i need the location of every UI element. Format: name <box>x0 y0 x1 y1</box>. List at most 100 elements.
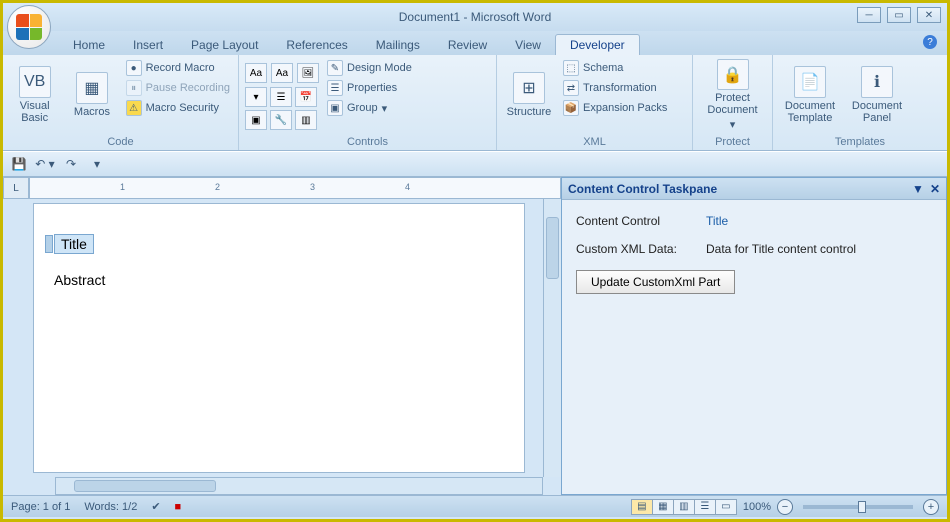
group-templates-label: Templates <box>779 134 941 150</box>
properties-button[interactable]: ☰Properties <box>325 79 414 97</box>
security-icon: ⚠ <box>126 100 142 116</box>
zoom-out-button[interactable]: − <box>777 499 793 515</box>
content-control-label: Content Control <box>576 214 706 228</box>
taskpane-header: Content Control Taskpane ▼ ✕ <box>562 178 946 200</box>
group-controls-label: Controls <box>245 134 490 150</box>
horizontal-ruler[interactable]: 1 2 3 4 <box>29 177 561 199</box>
undo-button[interactable]: ↶ ▾ <box>35 154 55 174</box>
custom-xml-value: Data for Title content control <box>706 242 856 256</box>
dropdown-control-button[interactable]: ☰ <box>270 87 292 107</box>
ruler-corner[interactable]: L <box>3 177 29 199</box>
qat-customize-button[interactable]: ▾ <box>87 154 107 174</box>
draft-view-button[interactable]: ▭ <box>715 499 737 515</box>
ribbon: VBVisual Basic ▦Macros ●Record Macro ⏸Pa… <box>3 55 947 151</box>
title-content-control[interactable]: Title <box>54 234 94 254</box>
zoom-in-button[interactable]: + <box>923 499 939 515</box>
picture-control-button[interactable]: 🖼 <box>297 63 319 83</box>
structure-button[interactable]: ⊞Structure <box>503 59 555 131</box>
tab-references[interactable]: References <box>272 35 361 55</box>
save-button[interactable]: 💾 <box>9 154 29 174</box>
protect-document-button[interactable]: 🔒Protect Document ▾ <box>699 59 766 131</box>
transformation-icon: ⇄ <box>563 80 579 96</box>
pause-icon: ⏸ <box>126 80 142 96</box>
expansion-icon: 📦 <box>563 100 579 116</box>
title-bar: Document1 - Microsoft Word ─ ▭ ✕ <box>3 3 947 31</box>
zoom-thumb[interactable] <box>858 501 866 513</box>
words-status[interactable]: Words: 1/2 <box>84 501 137 513</box>
template-icon: 📄 <box>794 66 826 98</box>
office-logo-icon <box>16 14 42 40</box>
plain-text-control-button[interactable]: Aa <box>271 63 293 83</box>
macros-icon: ▦ <box>76 72 108 104</box>
office-button[interactable] <box>7 5 51 49</box>
document-template-button[interactable]: 📄Document Template <box>779 59 841 131</box>
help-icon[interactable]: ? <box>923 35 937 49</box>
macros-button[interactable]: ▦Macros <box>66 59 117 131</box>
abstract-text[interactable]: Abstract <box>54 272 504 288</box>
group-code-label: Code <box>9 134 232 150</box>
content-control-handle-icon[interactable] <box>45 235 53 253</box>
record-macro-button[interactable]: ●Record Macro <box>124 59 232 77</box>
update-customxml-button[interactable]: Update CustomXml Part <box>576 270 735 294</box>
legacy-forms-button[interactable]: ▥ <box>295 110 317 130</box>
tab-view[interactable]: View <box>501 35 555 55</box>
ribbon-tabs: Home Insert Page Layout References Maili… <box>3 31 947 55</box>
spelling-icon[interactable]: ✔ <box>151 500 160 513</box>
group-icon: ▣ <box>327 100 343 116</box>
taskpane-close-icon[interactable]: ✕ <box>930 182 940 196</box>
macro-recording-icon[interactable]: ■ <box>175 501 182 513</box>
page-status[interactable]: Page: 1 of 1 <box>11 501 70 513</box>
pause-recording-button[interactable]: ⏸Pause Recording <box>124 79 232 97</box>
date-picker-control-button[interactable]: 📅 <box>295 87 317 107</box>
group-protect-label: Protect <box>699 134 766 150</box>
minimize-button[interactable]: ─ <box>857 7 881 23</box>
print-layout-view-button[interactable]: ▤ <box>631 499 653 515</box>
custom-xml-label: Custom XML Data: <box>576 242 706 256</box>
visual-basic-icon: VB <box>19 66 51 98</box>
visual-basic-button[interactable]: VBVisual Basic <box>9 59 60 131</box>
content-control-value: Title <box>706 214 728 228</box>
outline-view-button[interactable]: ☰ <box>694 499 716 515</box>
horizontal-scrollbar[interactable] <box>55 477 543 495</box>
tab-home[interactable]: Home <box>59 35 119 55</box>
full-screen-view-button[interactable]: ▦ <box>652 499 674 515</box>
web-layout-view-button[interactable]: ▥ <box>673 499 695 515</box>
group-xml-label: XML <box>503 134 686 150</box>
structure-icon: ⊞ <box>513 72 545 104</box>
tab-insert[interactable]: Insert <box>119 35 177 55</box>
taskpane-menu-icon[interactable]: ▼ <box>912 182 924 196</box>
close-button[interactable]: ✕ <box>917 7 941 23</box>
work-area: L 1 2 3 4 Title Abstract Content Control… <box>3 177 947 495</box>
legacy-tools-button[interactable]: 🔧 <box>270 110 292 130</box>
tab-page-layout[interactable]: Page Layout <box>177 35 272 55</box>
document-page[interactable]: Title Abstract <box>33 203 525 473</box>
rich-text-control-button[interactable]: Aa <box>245 63 267 83</box>
design-mode-icon: ✎ <box>327 60 343 76</box>
properties-icon: ☰ <box>327 80 343 96</box>
redo-button[interactable]: ↷ <box>61 154 81 174</box>
group-button[interactable]: ▣Group ▾ <box>325 99 414 117</box>
building-block-control-button[interactable]: ▣ <box>245 110 267 130</box>
schema-button[interactable]: ⬚Schema <box>561 59 669 77</box>
status-bar: Page: 1 of 1 Words: 1/2 ✔ ■ ▤ ▦ ▥ ☰ ▭ 10… <box>3 495 947 517</box>
quick-access-toolbar: 💾 ↶ ▾ ↷ ▾ <box>3 151 947 177</box>
maximize-button[interactable]: ▭ <box>887 7 911 23</box>
window-title: Document1 - Microsoft Word <box>399 10 552 24</box>
content-control-taskpane: Content Control Taskpane ▼ ✕ Content Con… <box>561 177 947 495</box>
tab-review[interactable]: Review <box>434 35 501 55</box>
record-icon: ● <box>126 60 142 76</box>
expansion-packs-button[interactable]: 📦Expansion Packs <box>561 99 669 117</box>
zoom-level[interactable]: 100% <box>743 501 771 513</box>
design-mode-button[interactable]: ✎Design Mode <box>325 59 414 77</box>
document-panel-button[interactable]: ℹDocument Panel <box>847 59 907 131</box>
transformation-button[interactable]: ⇄Transformation <box>561 79 669 97</box>
macro-security-button[interactable]: ⚠Macro Security <box>124 99 232 117</box>
tab-mailings[interactable]: Mailings <box>362 35 434 55</box>
schema-icon: ⬚ <box>563 60 579 76</box>
zoom-slider[interactable] <box>803 505 913 509</box>
combo-box-control-button[interactable]: ▾ <box>245 87 267 107</box>
protect-icon: 🔒 <box>717 59 749 90</box>
tab-developer[interactable]: Developer <box>555 34 640 55</box>
vertical-scrollbar[interactable] <box>543 199 561 477</box>
view-buttons: ▤ ▦ ▥ ☰ ▭ <box>632 499 737 515</box>
